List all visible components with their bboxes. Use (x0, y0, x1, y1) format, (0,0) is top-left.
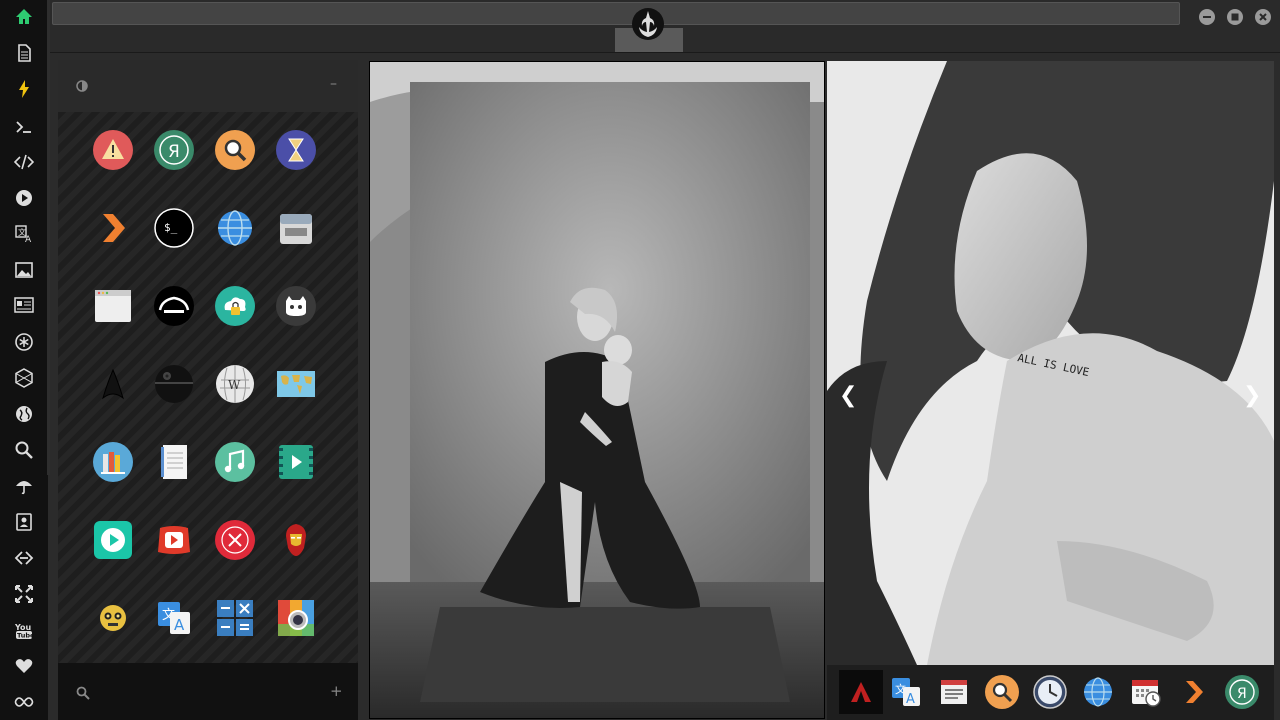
bolt-icon[interactable] (12, 77, 36, 101)
panel-minimize-button[interactable]: – (330, 76, 337, 92)
map-icon[interactable] (276, 364, 316, 404)
dock: 文A Я (827, 665, 1274, 720)
photos-icon[interactable] (276, 598, 316, 638)
top-bar (50, 0, 1280, 53)
panel-search-icon[interactable] (76, 686, 90, 700)
globe-dock-icon[interactable] (1081, 675, 1115, 709)
link-icon[interactable] (12, 546, 36, 570)
globe-app-icon[interactable] (215, 208, 255, 248)
c3po-icon[interactable] (93, 598, 133, 638)
expand-icon[interactable] (12, 582, 36, 606)
panel-footer: + (58, 663, 358, 720)
globe-icon[interactable] (12, 402, 36, 426)
ironman-icon[interactable] (276, 520, 316, 560)
svg-text:Я: Я (1237, 686, 1247, 702)
youtube-red-icon[interactable] (154, 520, 194, 560)
svg-text:$_: $_ (164, 221, 178, 234)
play-icon[interactable] (12, 186, 36, 210)
github-icon[interactable] (276, 286, 316, 326)
calendar-news-icon[interactable] (937, 675, 971, 709)
arch-icon[interactable] (154, 286, 194, 326)
panel-header: – (58, 60, 358, 112)
calendar-app-icon[interactable] (1129, 675, 1163, 709)
plex-icon[interactable] (93, 208, 133, 248)
photo-right[interactable]: ALL IS LOVE ❮ ❯ (827, 61, 1274, 665)
notes-icon[interactable] (154, 442, 194, 482)
maximize-button[interactable] (1227, 9, 1243, 25)
starfleet-icon[interactable] (93, 364, 133, 404)
warning-icon[interactable] (93, 130, 133, 170)
play-button-icon[interactable] (93, 520, 133, 560)
search-icon[interactable] (12, 438, 36, 462)
window-icon[interactable] (93, 286, 133, 326)
panel-add-button[interactable]: + (330, 682, 343, 700)
close-circle-icon[interactable] (215, 520, 255, 560)
translate-icon[interactable]: 文A (12, 222, 36, 246)
home-icon[interactable] (12, 5, 36, 29)
arch-app-icon[interactable] (839, 670, 883, 714)
yandex-app-icon[interactable]: Я (1225, 675, 1259, 709)
search-dock-icon[interactable] (985, 675, 1019, 709)
cloud-lock-icon[interactable] (215, 286, 255, 326)
contacts-icon[interactable] (12, 510, 36, 534)
yandex-icon[interactable]: Я (154, 130, 194, 170)
svg-text:W: W (228, 378, 241, 392)
app-launcher-panel: – Я $_ W 文 A + (58, 60, 358, 720)
calculator-icon[interactable] (215, 598, 255, 638)
svg-text:Я: Я (168, 142, 180, 162)
close-button[interactable] (1255, 9, 1271, 25)
rebel-alliance-icon (632, 8, 664, 40)
next-arrow[interactable]: ❯ (1243, 383, 1261, 408)
rail-divider (47, 0, 50, 475)
svg-text:A: A (174, 616, 185, 634)
books-icon[interactable] (93, 442, 133, 482)
translate-app-icon[interactable]: 文A (154, 598, 194, 638)
image-icon[interactable] (12, 258, 36, 282)
translate-dock-icon[interactable]: 文A (889, 675, 923, 709)
asterisk-icon[interactable] (12, 330, 36, 354)
app-grid: Я $_ W 文 A (58, 112, 358, 663)
address-bar[interactable] (52, 2, 1180, 25)
archive-icon[interactable] (276, 208, 316, 248)
music-icon[interactable] (215, 442, 255, 482)
video-icon[interactable] (276, 442, 316, 482)
terminal-icon[interactable] (12, 115, 36, 139)
terminal-app-icon[interactable]: $_ (154, 208, 194, 248)
minimize-button[interactable] (1199, 9, 1215, 25)
clock-app-icon[interactable] (1033, 675, 1067, 709)
app-rail: 文A You Tube (0, 0, 48, 720)
search-app-icon[interactable] (215, 130, 255, 170)
deathstar-icon[interactable] (154, 364, 194, 404)
news-icon[interactable] (12, 293, 36, 317)
contrast-icon[interactable] (76, 80, 88, 92)
svg-text:Tube: Tube (17, 632, 34, 640)
prev-arrow[interactable]: ❮ (839, 383, 857, 408)
heart-icon[interactable] (12, 654, 36, 678)
plex-app-icon[interactable] (1177, 675, 1211, 709)
infinity-icon[interactable] (12, 690, 36, 714)
document-icon[interactable] (12, 41, 36, 65)
umbrella-icon[interactable] (12, 474, 36, 498)
svg-text:A: A (25, 235, 32, 244)
hourglass-icon[interactable] (276, 130, 316, 170)
wikipedia-icon[interactable]: W (215, 364, 255, 404)
youtube-icon[interactable]: You Tube (12, 618, 36, 642)
code-icon[interactable] (12, 150, 36, 174)
svg-text:A: A (906, 692, 915, 707)
hexagon-icon[interactable] (12, 366, 36, 390)
photo-left[interactable] (369, 61, 825, 719)
